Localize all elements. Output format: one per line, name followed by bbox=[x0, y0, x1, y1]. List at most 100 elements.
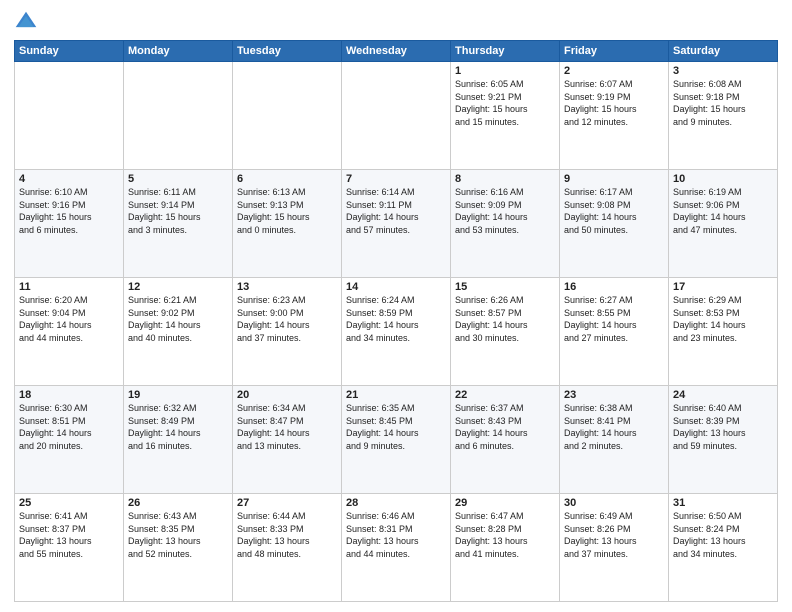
calendar-cell: 18Sunrise: 6:30 AM Sunset: 8:51 PM Dayli… bbox=[15, 386, 124, 494]
weekday-header-cell: Monday bbox=[124, 41, 233, 62]
day-info: Sunrise: 6:23 AM Sunset: 9:00 PM Dayligh… bbox=[237, 294, 337, 344]
day-number: 19 bbox=[128, 389, 228, 401]
day-info: Sunrise: 6:29 AM Sunset: 8:53 PM Dayligh… bbox=[673, 294, 773, 344]
day-info: Sunrise: 6:38 AM Sunset: 8:41 PM Dayligh… bbox=[564, 402, 664, 452]
day-info: Sunrise: 6:40 AM Sunset: 8:39 PM Dayligh… bbox=[673, 402, 773, 452]
calendar-cell: 5Sunrise: 6:11 AM Sunset: 9:14 PM Daylig… bbox=[124, 170, 233, 278]
weekday-header-row: SundayMondayTuesdayWednesdayThursdayFrid… bbox=[15, 41, 778, 62]
day-info: Sunrise: 6:44 AM Sunset: 8:33 PM Dayligh… bbox=[237, 510, 337, 560]
logo bbox=[14, 10, 42, 34]
day-number: 23 bbox=[564, 389, 664, 401]
day-number: 25 bbox=[19, 497, 119, 509]
calendar-cell: 2Sunrise: 6:07 AM Sunset: 9:19 PM Daylig… bbox=[560, 62, 669, 170]
day-number: 24 bbox=[673, 389, 773, 401]
day-number: 2 bbox=[564, 65, 664, 77]
day-number: 20 bbox=[237, 389, 337, 401]
day-number: 15 bbox=[455, 281, 555, 293]
day-number: 6 bbox=[237, 173, 337, 185]
calendar-row: 25Sunrise: 6:41 AM Sunset: 8:37 PM Dayli… bbox=[15, 494, 778, 602]
weekday-header-cell: Wednesday bbox=[342, 41, 451, 62]
calendar-cell: 15Sunrise: 6:26 AM Sunset: 8:57 PM Dayli… bbox=[451, 278, 560, 386]
day-info: Sunrise: 6:26 AM Sunset: 8:57 PM Dayligh… bbox=[455, 294, 555, 344]
day-info: Sunrise: 6:49 AM Sunset: 8:26 PM Dayligh… bbox=[564, 510, 664, 560]
calendar-cell: 25Sunrise: 6:41 AM Sunset: 8:37 PM Dayli… bbox=[15, 494, 124, 602]
calendar-cell: 9Sunrise: 6:17 AM Sunset: 9:08 PM Daylig… bbox=[560, 170, 669, 278]
calendar-row: 18Sunrise: 6:30 AM Sunset: 8:51 PM Dayli… bbox=[15, 386, 778, 494]
day-info: Sunrise: 6:20 AM Sunset: 9:04 PM Dayligh… bbox=[19, 294, 119, 344]
day-number: 27 bbox=[237, 497, 337, 509]
day-info: Sunrise: 6:30 AM Sunset: 8:51 PM Dayligh… bbox=[19, 402, 119, 452]
calendar-cell: 27Sunrise: 6:44 AM Sunset: 8:33 PM Dayli… bbox=[233, 494, 342, 602]
day-info: Sunrise: 6:32 AM Sunset: 8:49 PM Dayligh… bbox=[128, 402, 228, 452]
weekday-header-cell: Saturday bbox=[669, 41, 778, 62]
day-info: Sunrise: 6:14 AM Sunset: 9:11 PM Dayligh… bbox=[346, 186, 446, 236]
day-number: 21 bbox=[346, 389, 446, 401]
calendar-row: 4Sunrise: 6:10 AM Sunset: 9:16 PM Daylig… bbox=[15, 170, 778, 278]
day-number: 11 bbox=[19, 281, 119, 293]
day-number: 3 bbox=[673, 65, 773, 77]
calendar-cell: 22Sunrise: 6:37 AM Sunset: 8:43 PM Dayli… bbox=[451, 386, 560, 494]
calendar-cell: 26Sunrise: 6:43 AM Sunset: 8:35 PM Dayli… bbox=[124, 494, 233, 602]
day-info: Sunrise: 6:24 AM Sunset: 8:59 PM Dayligh… bbox=[346, 294, 446, 344]
weekday-header-cell: Friday bbox=[560, 41, 669, 62]
day-info: Sunrise: 6:50 AM Sunset: 8:24 PM Dayligh… bbox=[673, 510, 773, 560]
calendar-cell: 10Sunrise: 6:19 AM Sunset: 9:06 PM Dayli… bbox=[669, 170, 778, 278]
calendar-cell: 4Sunrise: 6:10 AM Sunset: 9:16 PM Daylig… bbox=[15, 170, 124, 278]
calendar-cell: 12Sunrise: 6:21 AM Sunset: 9:02 PM Dayli… bbox=[124, 278, 233, 386]
calendar-cell bbox=[342, 62, 451, 170]
day-info: Sunrise: 6:10 AM Sunset: 9:16 PM Dayligh… bbox=[19, 186, 119, 236]
day-number: 12 bbox=[128, 281, 228, 293]
calendar-cell: 7Sunrise: 6:14 AM Sunset: 9:11 PM Daylig… bbox=[342, 170, 451, 278]
calendar-cell: 23Sunrise: 6:38 AM Sunset: 8:41 PM Dayli… bbox=[560, 386, 669, 494]
weekday-header-cell: Sunday bbox=[15, 41, 124, 62]
day-number: 22 bbox=[455, 389, 555, 401]
calendar-cell: 24Sunrise: 6:40 AM Sunset: 8:39 PM Dayli… bbox=[669, 386, 778, 494]
day-info: Sunrise: 6:27 AM Sunset: 8:55 PM Dayligh… bbox=[564, 294, 664, 344]
day-info: Sunrise: 6:43 AM Sunset: 8:35 PM Dayligh… bbox=[128, 510, 228, 560]
day-info: Sunrise: 6:07 AM Sunset: 9:19 PM Dayligh… bbox=[564, 78, 664, 128]
day-number: 31 bbox=[673, 497, 773, 509]
calendar-cell: 28Sunrise: 6:46 AM Sunset: 8:31 PM Dayli… bbox=[342, 494, 451, 602]
logo-icon bbox=[14, 10, 38, 34]
calendar-cell: 1Sunrise: 6:05 AM Sunset: 9:21 PM Daylig… bbox=[451, 62, 560, 170]
day-info: Sunrise: 6:35 AM Sunset: 8:45 PM Dayligh… bbox=[346, 402, 446, 452]
calendar-cell: 31Sunrise: 6:50 AM Sunset: 8:24 PM Dayli… bbox=[669, 494, 778, 602]
calendar-body: 1Sunrise: 6:05 AM Sunset: 9:21 PM Daylig… bbox=[15, 62, 778, 602]
calendar-row: 1Sunrise: 6:05 AM Sunset: 9:21 PM Daylig… bbox=[15, 62, 778, 170]
calendar-cell: 17Sunrise: 6:29 AM Sunset: 8:53 PM Dayli… bbox=[669, 278, 778, 386]
calendar-cell: 21Sunrise: 6:35 AM Sunset: 8:45 PM Dayli… bbox=[342, 386, 451, 494]
calendar-cell: 3Sunrise: 6:08 AM Sunset: 9:18 PM Daylig… bbox=[669, 62, 778, 170]
day-info: Sunrise: 6:13 AM Sunset: 9:13 PM Dayligh… bbox=[237, 186, 337, 236]
calendar-cell bbox=[233, 62, 342, 170]
day-info: Sunrise: 6:47 AM Sunset: 8:28 PM Dayligh… bbox=[455, 510, 555, 560]
calendar-table: SundayMondayTuesdayWednesdayThursdayFrid… bbox=[14, 40, 778, 602]
day-number: 5 bbox=[128, 173, 228, 185]
calendar-cell: 20Sunrise: 6:34 AM Sunset: 8:47 PM Dayli… bbox=[233, 386, 342, 494]
calendar-cell: 19Sunrise: 6:32 AM Sunset: 8:49 PM Dayli… bbox=[124, 386, 233, 494]
day-number: 10 bbox=[673, 173, 773, 185]
calendar-row: 11Sunrise: 6:20 AM Sunset: 9:04 PM Dayli… bbox=[15, 278, 778, 386]
day-number: 14 bbox=[346, 281, 446, 293]
day-number: 17 bbox=[673, 281, 773, 293]
day-info: Sunrise: 6:21 AM Sunset: 9:02 PM Dayligh… bbox=[128, 294, 228, 344]
weekday-header-cell: Tuesday bbox=[233, 41, 342, 62]
day-info: Sunrise: 6:37 AM Sunset: 8:43 PM Dayligh… bbox=[455, 402, 555, 452]
calendar-cell bbox=[124, 62, 233, 170]
day-number: 16 bbox=[564, 281, 664, 293]
day-info: Sunrise: 6:19 AM Sunset: 9:06 PM Dayligh… bbox=[673, 186, 773, 236]
day-number: 30 bbox=[564, 497, 664, 509]
weekday-header-cell: Thursday bbox=[451, 41, 560, 62]
day-info: Sunrise: 6:46 AM Sunset: 8:31 PM Dayligh… bbox=[346, 510, 446, 560]
header bbox=[14, 10, 778, 34]
day-number: 7 bbox=[346, 173, 446, 185]
page: SundayMondayTuesdayWednesdayThursdayFrid… bbox=[0, 0, 792, 612]
day-number: 8 bbox=[455, 173, 555, 185]
day-number: 13 bbox=[237, 281, 337, 293]
day-info: Sunrise: 6:34 AM Sunset: 8:47 PM Dayligh… bbox=[237, 402, 337, 452]
day-info: Sunrise: 6:08 AM Sunset: 9:18 PM Dayligh… bbox=[673, 78, 773, 128]
day-number: 18 bbox=[19, 389, 119, 401]
calendar-cell: 16Sunrise: 6:27 AM Sunset: 8:55 PM Dayli… bbox=[560, 278, 669, 386]
day-info: Sunrise: 6:16 AM Sunset: 9:09 PM Dayligh… bbox=[455, 186, 555, 236]
calendar-cell bbox=[15, 62, 124, 170]
day-number: 28 bbox=[346, 497, 446, 509]
